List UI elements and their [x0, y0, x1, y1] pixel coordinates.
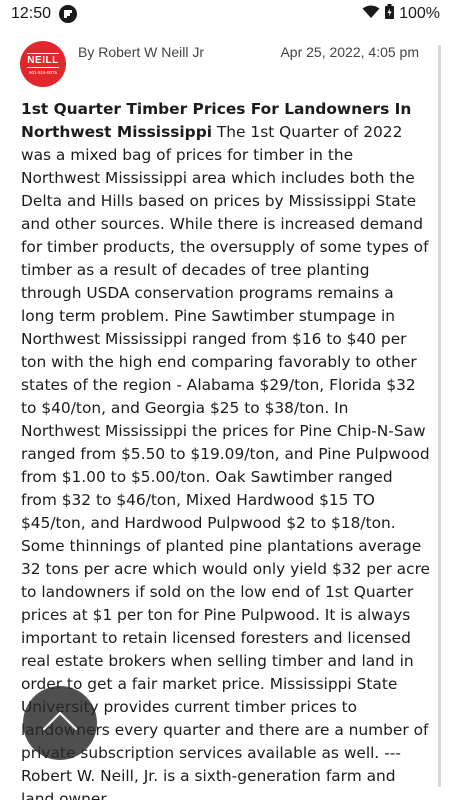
status-time: 12:50 — [11, 5, 52, 22]
avatar-logo-text: NEILL — [27, 53, 59, 68]
avatar-phone: 601-516-0075 — [28, 70, 58, 75]
battery-percent: 100% — [399, 5, 440, 22]
scrollbar-thumb[interactable] — [438, 45, 441, 105]
scroll-to-top-button[interactable] — [23, 686, 97, 760]
post-content[interactable]: NEILL 601-516-0075 By Robert W Neill Jr … — [0, 28, 450, 800]
flipboard-icon — [59, 5, 78, 23]
author-name[interactable]: By Robert W Neill Jr — [78, 44, 204, 60]
post-date: Apr 25, 2022, 4:05 pm — [280, 44, 419, 60]
scrollbar[interactable] — [438, 45, 441, 787]
status-left: 12:50 — [11, 5, 78, 23]
status-bar: 12:50 100% — [0, 0, 450, 28]
battery-icon — [385, 4, 395, 24]
post-header: NEILL 601-516-0075 By Robert W Neill Jr … — [0, 28, 450, 108]
chevron-up-icon — [40, 709, 80, 738]
author-avatar[interactable]: NEILL 601-516-0075 — [20, 41, 66, 87]
wifi-icon — [362, 5, 380, 24]
status-right: 100% — [362, 4, 440, 24]
